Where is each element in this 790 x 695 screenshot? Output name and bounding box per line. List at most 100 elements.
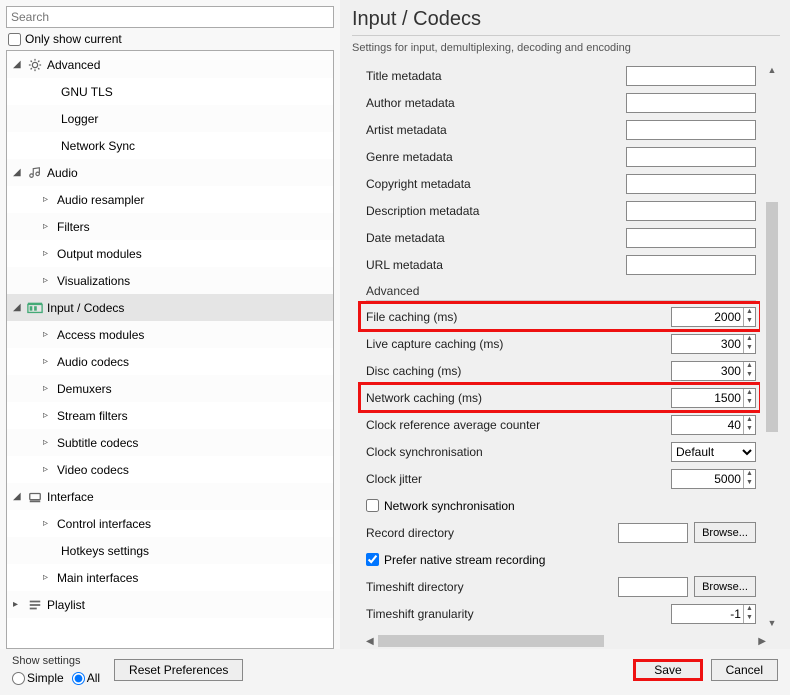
- tree-item-subtitle-codecs[interactable]: ▹Subtitle codecs: [7, 429, 333, 456]
- record-dir-input[interactable]: [618, 523, 688, 543]
- tree-item-gnu-tls[interactable]: GNU TLS: [7, 78, 333, 105]
- expand-arrow-icon[interactable]: ▸: [13, 599, 23, 610]
- url-metadata-row: URL metadata: [366, 251, 756, 278]
- copyright-metadata-input[interactable]: [626, 174, 756, 194]
- artist-metadata-input[interactable]: [626, 120, 756, 140]
- clock-sync-select[interactable]: Default: [671, 442, 756, 462]
- date-metadata-row: Date metadata: [366, 224, 756, 251]
- tree-item-label: GNU TLS: [61, 85, 113, 99]
- tree-item-label: Input / Codecs: [47, 301, 124, 315]
- form-horizontal-scrollbar[interactable]: ◀ ▶: [366, 633, 766, 649]
- file-caching-input[interactable]: ▲▼: [671, 307, 756, 327]
- disc-caching-row: Disc caching (ms) ▲▼: [366, 357, 756, 384]
- network-caching-input[interactable]: ▲▼: [671, 388, 756, 408]
- clock-jitter-input[interactable]: ▲▼: [671, 469, 756, 489]
- timeshift-dir-row: Timeshift directory Browse...: [366, 573, 756, 600]
- expand-arrow-icon[interactable]: ▹: [43, 356, 53, 367]
- author-metadata-input[interactable]: [626, 93, 756, 113]
- expand-arrow-icon[interactable]: ▹: [43, 518, 53, 529]
- field-label: URL metadata: [366, 258, 626, 272]
- field-label: Author metadata: [366, 96, 626, 110]
- expand-arrow-icon[interactable]: ▹: [43, 410, 53, 421]
- tree-item-demuxers[interactable]: ▹Demuxers: [7, 375, 333, 402]
- genre-metadata-row: Genre metadata: [366, 143, 756, 170]
- prefer-native-checkbox[interactable]: [366, 553, 379, 566]
- timeshift-dir-input[interactable]: [618, 577, 688, 597]
- expand-arrow-icon[interactable]: ▹: [43, 248, 53, 259]
- expand-arrow-icon[interactable]: ▹: [43, 194, 53, 205]
- tree-item-label: Network Sync: [61, 139, 135, 153]
- form-vertical-scrollbar[interactable]: ▲ ▼: [764, 62, 780, 631]
- tree-item-stream-filters[interactable]: ▹Stream filters: [7, 402, 333, 429]
- page-title: Input / Codecs: [352, 8, 780, 36]
- tree-item-hotkeys-settings[interactable]: Hotkeys settings: [7, 537, 333, 564]
- tree-item-network-sync[interactable]: Network Sync: [7, 132, 333, 159]
- description-metadata-input[interactable]: [626, 201, 756, 221]
- file-caching-row: File caching (ms) ▲▼: [366, 303, 756, 330]
- only-show-current[interactable]: Only show current: [8, 32, 334, 46]
- tree-item-label: Audio codecs: [57, 355, 129, 369]
- show-settings-simple[interactable]: Simple: [12, 671, 64, 685]
- genre-metadata-input[interactable]: [626, 147, 756, 167]
- artist-metadata-row: Artist metadata: [366, 116, 756, 143]
- network-sync-row[interactable]: Network synchronisation: [366, 492, 756, 519]
- date-metadata-input[interactable]: [626, 228, 756, 248]
- live-caching-input[interactable]: ▲▼: [671, 334, 756, 354]
- tree-item-playlist[interactable]: ▸Playlist: [7, 591, 333, 618]
- record-dir-browse-button[interactable]: Browse...: [694, 522, 756, 543]
- tree-item-label: Video codecs: [57, 463, 129, 477]
- title-metadata-input[interactable]: [626, 66, 756, 86]
- prefer-native-row[interactable]: Prefer native stream recording: [366, 546, 756, 573]
- tree-item-audio-codecs[interactable]: ▹ Audio codecs: [7, 348, 333, 375]
- expand-arrow-icon[interactable]: ▹: [43, 275, 53, 286]
- tree-item-audio[interactable]: ◢Audio: [7, 159, 333, 186]
- tree-item-visualizations[interactable]: ▹ Visualizations: [7, 267, 333, 294]
- tree-item-interface[interactable]: ◢Interface: [7, 483, 333, 510]
- expand-arrow-icon[interactable]: ◢: [13, 59, 23, 70]
- tree-item-logger[interactable]: Logger: [7, 105, 333, 132]
- disc-caching-input[interactable]: ▲▼: [671, 361, 756, 381]
- description-metadata-row: Description metadata: [366, 197, 756, 224]
- timeshift-dir-browse-button[interactable]: Browse...: [694, 576, 756, 597]
- expand-arrow-icon[interactable]: ◢: [13, 167, 23, 178]
- timeshift-gran-input[interactable]: ▲▼: [671, 604, 756, 624]
- tree-item-input-codecs[interactable]: ◢ Input / Codecs: [7, 294, 333, 321]
- file-caching-spinner[interactable]: ▲▼: [743, 308, 755, 326]
- tree-item-output-modules[interactable]: ▹ Output modules: [7, 240, 333, 267]
- field-label: Genre metadata: [366, 150, 626, 164]
- tree-item-label: Logger: [61, 112, 98, 126]
- reset-preferences-button[interactable]: Reset Preferences: [114, 659, 243, 681]
- record-dir-row: Record directory Browse...: [366, 519, 756, 546]
- tree-item-access-modules[interactable]: ▹Access modules: [7, 321, 333, 348]
- only-show-current-checkbox[interactable]: [8, 33, 21, 46]
- expand-arrow-icon[interactable]: ▹: [43, 464, 53, 475]
- expand-arrow-icon[interactable]: ▹: [43, 221, 53, 232]
- expand-arrow-icon[interactable]: ▹: [43, 383, 53, 394]
- settings-tree[interactable]: ◢AdvancedGNU TLSLoggerNetwork Sync◢Audio…: [6, 50, 334, 649]
- clock-avg-input[interactable]: ▲▼: [671, 415, 756, 435]
- expand-arrow-icon[interactable]: ◢: [13, 491, 23, 502]
- expand-arrow-icon[interactable]: ▹: [43, 329, 53, 340]
- expand-arrow-icon[interactable]: ◢: [13, 302, 23, 313]
- show-settings-all[interactable]: All: [72, 671, 100, 685]
- tree-item-label: Visualizations: [57, 274, 130, 288]
- url-metadata-input[interactable]: [626, 255, 756, 275]
- tree-item-advanced[interactable]: ◢Advanced: [7, 51, 333, 78]
- network-caching-row: Network caching (ms) ▲▼: [366, 384, 756, 411]
- tree-item-video-codecs[interactable]: ▹ Video codecs: [7, 456, 333, 483]
- field-label: Copyright metadata: [366, 177, 626, 191]
- tree-item-main-interfaces[interactable]: ▹Main interfaces: [7, 564, 333, 591]
- tree-item-label: Output modules: [57, 247, 142, 261]
- cancel-button[interactable]: Cancel: [711, 659, 778, 681]
- tree-item-control-interfaces[interactable]: ▹Control interfaces: [7, 510, 333, 537]
- network-sync-checkbox[interactable]: [366, 499, 379, 512]
- expand-arrow-icon[interactable]: ▹: [43, 572, 53, 583]
- tree-item-filters[interactable]: ▹Filters: [7, 213, 333, 240]
- search-input[interactable]: [6, 6, 334, 28]
- field-label: Artist metadata: [366, 123, 626, 137]
- save-button[interactable]: Save: [633, 659, 702, 681]
- tree-item-audio-resampler[interactable]: ▹Audio resampler: [7, 186, 333, 213]
- expand-arrow-icon[interactable]: ▹: [43, 437, 53, 448]
- page-subtitle: Settings for input, demultiplexing, deco…: [352, 42, 780, 54]
- settings-form: Title metadataAuthor metadataArtist meta…: [352, 62, 760, 631]
